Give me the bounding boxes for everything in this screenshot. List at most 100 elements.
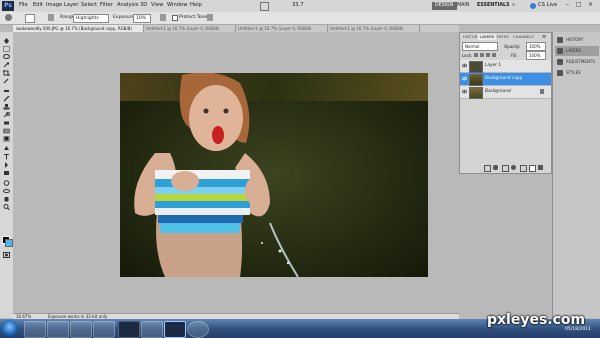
range-select[interactable]: Highlights	[73, 14, 109, 23]
menu-file[interactable]: File	[19, 2, 28, 8]
tab-history[interactable]: HISTOR	[461, 34, 479, 40]
3d-orbit-tool-icon[interactable]	[3, 188, 10, 194]
tab-paths[interactable]: PATHS	[495, 34, 511, 40]
document-image[interactable]	[120, 73, 428, 277]
taskbar-app-icon[interactable]	[93, 321, 115, 338]
tablet-pressure-icon[interactable]	[207, 14, 213, 21]
new-group-icon[interactable]	[520, 165, 527, 172]
lasso-tool-icon[interactable]	[3, 54, 10, 60]
bridge-icon[interactable]	[260, 2, 269, 11]
clone-stamp-tool-icon[interactable]	[3, 104, 10, 110]
tab-document-4[interactable]: Untitled-1 @ 16.7% (Layer 0, RGB/8)	[327, 25, 420, 32]
layer-row-background-copy[interactable]: Background copy	[460, 73, 551, 86]
brush-preset-picker[interactable]	[25, 14, 35, 23]
lock-pixels-icon[interactable]	[480, 53, 484, 57]
zoom-tool-icon[interactable]	[3, 204, 10, 210]
airbrush-icon[interactable]	[160, 14, 166, 21]
panel-menu-icon[interactable]: ≡	[542, 34, 546, 40]
dock-history[interactable]: HISTORY	[555, 35, 599, 45]
eye-icon[interactable]	[461, 76, 468, 81]
quick-select-tool-icon[interactable]	[3, 62, 10, 68]
chevron-right-icon[interactable]: »	[512, 2, 515, 8]
menu-image[interactable]: Image	[46, 2, 62, 8]
link-layers-icon[interactable]	[484, 165, 491, 172]
trash-icon[interactable]	[538, 165, 543, 170]
blend-mode-select[interactable]: Normal	[462, 42, 498, 51]
taskbar-explorer-icon[interactable]	[47, 321, 69, 338]
dock-styles[interactable]: STYLES	[555, 68, 599, 78]
protect-tones-checkbox[interactable]	[172, 15, 178, 21]
eyedropper-tool-icon[interactable]	[3, 78, 10, 84]
photo-girl-in-water	[120, 73, 428, 277]
lock-position-icon[interactable]	[486, 53, 490, 57]
eraser-tool-icon[interactable]	[3, 120, 10, 126]
workspace-design[interactable]: DESIGN	[432, 2, 457, 10]
menu-edit[interactable]: Edit	[33, 2, 43, 8]
menu-window[interactable]: Window	[167, 2, 187, 8]
maximize-icon[interactable]: □	[576, 1, 582, 8]
background-color-swatch[interactable]	[5, 239, 13, 247]
taskbar-folder-icon[interactable]	[141, 321, 163, 338]
tab-document-1[interactable]: iwakewoodly 000.JPG @ 16.7% (Background …	[13, 25, 144, 32]
taskbar-ie-icon[interactable]	[24, 321, 46, 338]
history-brush-tool-icon[interactable]	[3, 112, 10, 118]
type-tool-icon[interactable]	[3, 154, 10, 160]
eye-icon[interactable]	[461, 63, 468, 68]
dodge-tool-icon[interactable]	[5, 14, 12, 21]
close-icon[interactable]: ×	[588, 1, 593, 8]
fill-input[interactable]: 100%	[526, 51, 546, 60]
lock-transparency-icon[interactable]	[474, 53, 478, 57]
crop-tool-icon[interactable]	[3, 70, 10, 76]
layer-row-layer-1[interactable]: Layer 1	[460, 60, 551, 73]
workspace-essentials[interactable]: ESSENTIALS	[474, 2, 513, 10]
dodge-tool-icon[interactable]	[3, 136, 10, 142]
layer-row-background[interactable]: Background	[460, 86, 551, 99]
opacity-input[interactable]: 100%	[526, 42, 546, 51]
add-mask-icon[interactable]	[502, 165, 509, 172]
styles-icon	[557, 70, 563, 76]
menu-help[interactable]: Help	[190, 2, 202, 8]
menu-view[interactable]: View	[151, 2, 163, 8]
menu-select[interactable]: Select	[81, 2, 97, 8]
taskbar-media-icon[interactable]	[70, 321, 92, 338]
cs-live-label[interactable]: CS Live	[538, 2, 557, 8]
brush-tool-icon[interactable]	[3, 96, 10, 102]
hand-tool-icon[interactable]	[3, 196, 10, 202]
minimize-icon[interactable]: –	[566, 1, 569, 8]
lock-all-icon[interactable]	[492, 53, 496, 57]
start-button[interactable]	[1, 320, 18, 337]
path-selection-tool-icon[interactable]	[3, 162, 10, 168]
brush-panel-icon[interactable]	[48, 14, 54, 21]
menu-filter[interactable]: Filter	[100, 2, 113, 8]
menu-layer[interactable]: Layer	[64, 2, 78, 8]
shape-tool-icon[interactable]	[3, 170, 10, 176]
layer-style-icon[interactable]	[493, 165, 498, 170]
lock-label: Lock:	[462, 53, 473, 58]
tab-document-3[interactable]: Untitled-1 @ 16.7% (Layer 0, RGB/8)	[235, 25, 328, 32]
marquee-tool-icon[interactable]	[3, 46, 10, 52]
layer-name: Background copy	[485, 76, 523, 81]
adjustment-layer-icon[interactable]	[511, 165, 516, 170]
dock-adjustments[interactable]: ADJUSTMENTS	[555, 57, 599, 67]
dock-layers[interactable]: LAYERS	[555, 46, 599, 56]
menu-3d[interactable]: 3D	[140, 2, 147, 8]
zoom-readout[interactable]: 33.7	[292, 2, 304, 8]
tab-document-2[interactable]: Untitled-1 @ 16.7% (Layer 0, RGB/8)	[143, 25, 236, 32]
new-layer-icon[interactable]	[529, 165, 536, 172]
pen-tool-icon[interactable]	[3, 146, 10, 152]
quick-mask-icon[interactable]	[3, 252, 10, 258]
taskbar-photoshop-icon[interactable]	[118, 321, 140, 338]
gradient-tool-icon[interactable]	[3, 128, 10, 134]
eye-icon[interactable]	[461, 89, 468, 94]
taskbar-clock[interactable]: 05/18/2011	[565, 327, 591, 332]
workspace-main[interactable]: MAIN	[454, 2, 472, 10]
tab-channels[interactable]: CHANNELS	[511, 34, 536, 40]
taskbar-chat-icon[interactable]	[187, 321, 209, 338]
3d-rotate-tool-icon[interactable]	[3, 180, 10, 186]
healing-brush-tool-icon[interactable]	[3, 88, 10, 94]
taskbar-photoshop-active-icon[interactable]	[164, 321, 186, 338]
tab-layers[interactable]: LAYERS	[478, 34, 497, 40]
menu-analysis[interactable]: Analysis	[117, 2, 138, 8]
exposure-input[interactable]: 10%	[133, 14, 151, 23]
move-tool-icon[interactable]	[3, 38, 10, 44]
